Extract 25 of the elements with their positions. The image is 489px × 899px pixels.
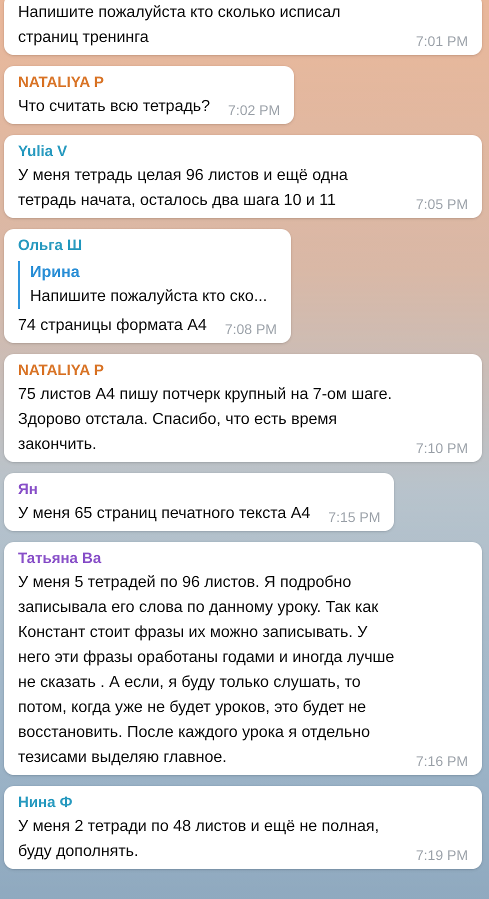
sender-name: Ольга Ш — [18, 236, 84, 256]
message-time: 7:15 PM — [328, 508, 380, 526]
message-time: 7:19 PM — [416, 846, 468, 864]
message-text: У меня тетрадь целая 96 листов и ещё одна тетрадь начата, осталось два шага 10 и 11 — [18, 166, 349, 211]
message-time: 7:01 PM — [416, 32, 468, 50]
message-time: 7:02 PM — [228, 101, 280, 119]
sender-name: Ян — [18, 480, 39, 500]
message-text: Что считать всю тетрадь? — [18, 97, 210, 117]
message-text: Напишите пожалуйста кто сколько исписал страниц тренинга — [18, 3, 342, 48]
message-time: 7:08 PM — [224, 320, 277, 338]
quoted-text: Напишите пожалуйста кто ско... — [30, 287, 268, 307]
sender-name: Татьяна Ва — [18, 549, 102, 569]
message-text: 74 страницы формата А4 — [18, 316, 207, 336]
message-text: У меня 2 тетради по 48 листов и ещё не полная, буду дополнять. — [18, 817, 380, 862]
sender-name: Yulia V — [18, 142, 68, 162]
sender-name: Нина Ф — [18, 793, 74, 813]
message-time: 7:05 PM — [416, 195, 468, 213]
sender-name: NATALIYA P — [18, 361, 105, 381]
message-text: У меня 65 страниц печатного текста А4 — [18, 504, 310, 524]
sender-name: NATALIYA P — [18, 73, 105, 93]
quoted-name: Ирина — [30, 263, 81, 283]
message-time: 7:16 PM — [416, 752, 468, 770]
message-text: 75 листов А4 пишу потчерк крупный на 7-ом шаге. Здорово отстала. Спасибо, что есть время закончить. — [18, 385, 393, 455]
message-time: 7:10 PM — [416, 439, 468, 457]
message-text: У меня 5 тетрадей по 96 листов. Я подробно записывала его слова по данному уроку. Так как Констант стоит фразы их можно записывать. У него эти фразы оработаны годами и иногда лучше не сказать . А если, я буду только слушать, то потом, когда уже не будет уроков, это будет не восстановить. После каждого урока я отдельно тезисами выделяю главное. — [18, 573, 396, 768]
